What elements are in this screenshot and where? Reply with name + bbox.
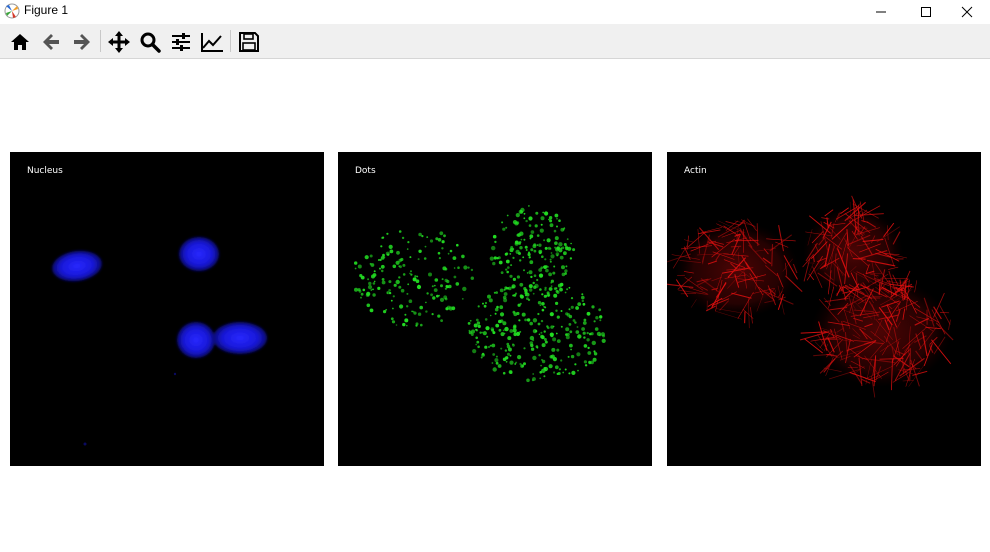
dots-image — [354, 205, 606, 383]
maximize-icon — [921, 7, 931, 17]
actin-panel[interactable]: Actin — [667, 152, 981, 466]
nucleus-image — [52, 237, 267, 446]
actin-image — [667, 195, 954, 398]
maximize-button[interactable] — [903, 0, 949, 24]
forward-button[interactable] — [69, 29, 95, 55]
home-icon — [11, 34, 29, 50]
close-icon — [961, 6, 973, 18]
configure-subplots-icon — [172, 33, 190, 51]
nucleus-panel[interactable]: Nucleus — [10, 152, 324, 466]
save-icon — [239, 32, 259, 52]
back-arrow-icon — [43, 34, 59, 50]
pan-icon — [108, 31, 130, 53]
zoom-button[interactable] — [137, 29, 163, 55]
save-button[interactable] — [236, 29, 262, 55]
minimize-icon — [876, 11, 886, 13]
toolbar-separator — [100, 30, 101, 52]
configure-subplots-button[interactable] — [168, 29, 194, 55]
close-button[interactable] — [944, 0, 990, 24]
matplotlib-icon — [4, 3, 20, 19]
edit-axis-button[interactable] — [199, 29, 225, 55]
dots-panel[interactable]: Dots — [338, 152, 652, 466]
panel-label-nucleus: Nucleus — [27, 166, 63, 176]
pan-button[interactable] — [106, 29, 132, 55]
window-title: Figure 1 — [24, 3, 69, 17]
toolbar-separator — [230, 30, 231, 52]
minimize-button[interactable] — [858, 0, 904, 24]
zoom-icon — [140, 32, 161, 53]
forward-arrow-icon — [74, 34, 90, 50]
back-button[interactable] — [38, 29, 64, 55]
panel-label-actin: Actin — [684, 166, 707, 176]
home-button[interactable] — [7, 29, 33, 55]
title-bar: Figure 1 — [0, 0, 990, 24]
edit-axis-icon — [201, 33, 223, 52]
navigation-toolbar — [0, 24, 990, 59]
panel-label-dots: Dots — [355, 166, 376, 176]
